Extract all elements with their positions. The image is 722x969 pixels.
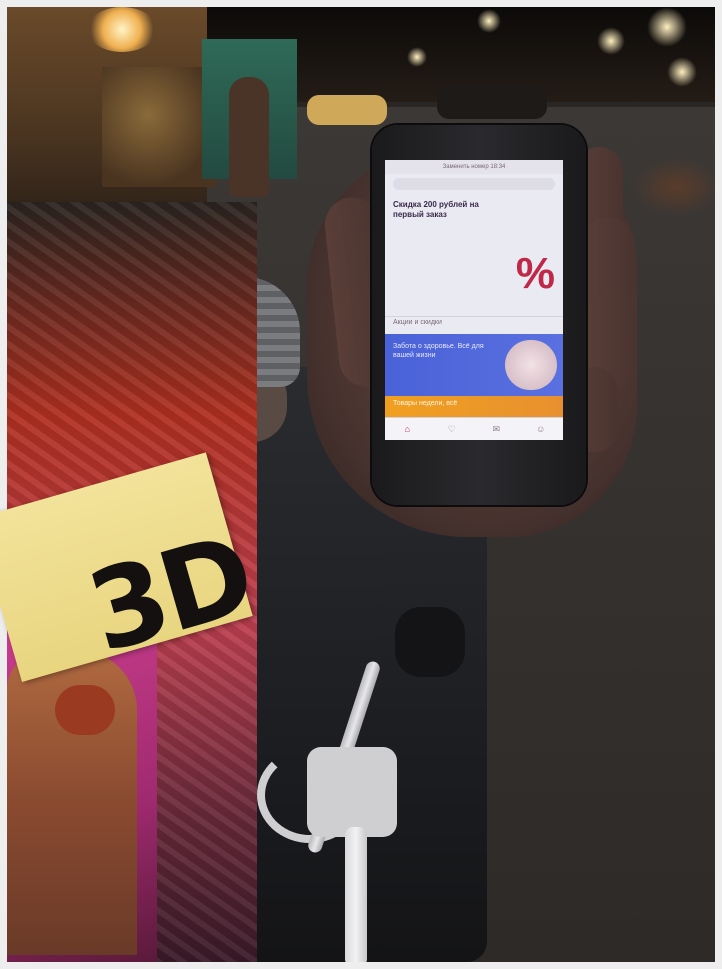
status-bar: Заменить номер 18:34 bbox=[385, 160, 563, 174]
street-lamp bbox=[477, 9, 501, 33]
street-lamp bbox=[647, 7, 687, 47]
profile-icon[interactable]: ☺ bbox=[535, 423, 547, 435]
search-input[interactable] bbox=[393, 178, 555, 190]
phone-screen: Заменить номер 18:34 Скидка 200 рублей н… bbox=[385, 160, 563, 440]
section-title: Акции и скидки bbox=[385, 316, 563, 328]
chat-icon[interactable]: ✉ bbox=[490, 423, 502, 435]
banner-image bbox=[505, 340, 557, 390]
kiosk-window bbox=[102, 67, 217, 187]
heart-icon[interactable]: ♡ bbox=[446, 423, 458, 435]
kiosk-light bbox=[87, 7, 157, 52]
street-lamp bbox=[597, 27, 625, 55]
percent-icon: % bbox=[515, 249, 555, 298]
thumb bbox=[55, 685, 115, 735]
banner-text: Забота о здоровье. Всё для вашей жизни bbox=[393, 343, 484, 359]
bicycle-stem bbox=[307, 747, 397, 837]
home-icon[interactable]: ⌂ bbox=[401, 423, 413, 435]
banner-text: Товары недели, всё bbox=[393, 400, 458, 407]
promo-card[interactable]: Скидка 200 рублей на первый заказ % bbox=[385, 194, 563, 316]
street-lamp bbox=[667, 57, 697, 87]
promo-banner[interactable]: Забота о здоровье. Всё для вашей жизни bbox=[385, 334, 563, 396]
bicycle-frame bbox=[345, 827, 367, 962]
parked-car bbox=[307, 95, 387, 125]
tab-bar: ⌂ ♡ ✉ ☺ bbox=[385, 417, 563, 440]
promo-title: Скидка 200 рублей на первый заказ bbox=[393, 200, 479, 219]
parked-car bbox=[437, 85, 547, 119]
street-light-reflection bbox=[632, 157, 715, 217]
pedestrian bbox=[229, 77, 269, 197]
street-lamp bbox=[407, 47, 427, 67]
child-glove bbox=[395, 607, 465, 677]
